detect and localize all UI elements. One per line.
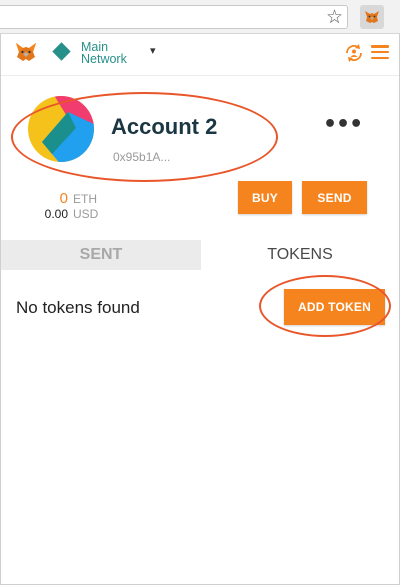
metamask-fox-icon [16,43,36,61]
metamask-popup: Main Network ▾ Account 2 0x95b1A... ••• [0,34,400,585]
balance-display: 0 ETH 0.00 USD [21,190,101,221]
metamask-fox-icon [365,11,379,23]
chevron-down-icon[interactable]: ▾ [150,44,156,57]
menu-bar [371,50,389,54]
eth-unit-label: ETH [73,192,97,206]
browser-toolbar: ☆ [0,0,400,34]
star-icon[interactable]: ☆ [326,6,343,28]
network-status-icon [52,42,71,61]
eth-balance-row: 0 ETH [21,190,101,207]
fiat-unit-label: USD [73,207,99,221]
buy-button[interactable]: BUY [238,181,292,214]
add-token-button[interactable]: ADD TOKEN [284,289,385,325]
fiat-balance-value: 0.00 [44,207,68,221]
hamburger-menu-icon[interactable] [371,45,389,59]
empty-tokens-message: No tokens found [16,298,140,317]
metamask-extension-button[interactable] [360,5,384,29]
network-name-line2: Network [81,52,127,66]
network-label[interactable]: Main Network [81,41,127,66]
tab-sent[interactable]: SENT [1,240,201,270]
address-bar[interactable] [0,5,348,29]
menu-bar [371,45,389,48]
tab-tokens[interactable]: TOKENS [201,240,399,270]
account-name: Account 2 [111,114,218,139]
account-identicon[interactable] [28,96,94,162]
fiat-balance-row: 0.00 USD [21,207,101,221]
send-button[interactable]: SEND [302,181,367,214]
tab-bar: SENT TOKENS [1,240,399,270]
more-options-icon[interactable]: ••• [323,114,363,136]
accounts-switch-icon[interactable] [343,42,365,64]
account-address[interactable]: 0x95b1A... [113,150,170,164]
eth-balance-value: 0 [59,190,68,207]
menu-bar [371,56,389,59]
app-header: Main Network ▾ [1,34,399,76]
